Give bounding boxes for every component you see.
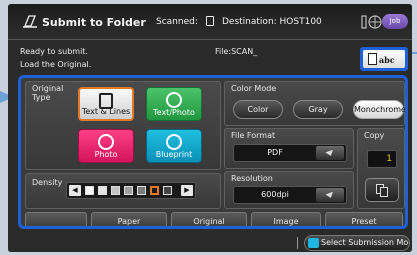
density-label: Density	[32, 178, 63, 187]
app-title: Submit to Folder	[42, 16, 146, 29]
file-format-value: PDF	[267, 148, 283, 157]
status-instruction: Load the Original.	[20, 60, 92, 69]
density-level	[85, 186, 94, 195]
resolution-dropdown[interactable]: 600dpi	[233, 186, 347, 204]
blueprint-icon	[166, 134, 182, 150]
original-type-label: Original Type	[32, 84, 64, 102]
original-type-option-label: Photo	[94, 150, 118, 159]
original-type-photo-button[interactable]: Photo	[78, 129, 134, 163]
original-type-text-lines-button[interactable]: Text & Lines	[78, 87, 134, 121]
tab-preset[interactable]: Preset	[325, 212, 403, 226]
tab-image[interactable]: Image	[251, 212, 321, 226]
file-name-label: File:SCAN_	[215, 47, 258, 56]
density-level-selected	[150, 186, 159, 195]
density-group: Density ◀ ▶	[25, 173, 221, 209]
copy-count-display: 1	[367, 150, 397, 168]
tab-paper[interactable]: Paper	[91, 212, 167, 226]
footer-bar: Select Submission Mode	[8, 232, 412, 252]
density-level	[137, 186, 146, 195]
tab-original[interactable]: Original	[171, 212, 247, 226]
photo-icon	[98, 134, 114, 150]
resolution-group: Resolution 600dpi	[224, 171, 354, 209]
select-submission-mode-button[interactable]: Select Submission Mode	[304, 235, 410, 251]
select-submission-mode-label: Select Submission Mode	[321, 238, 410, 247]
color-mode-gray-button[interactable]: Gray	[293, 100, 343, 119]
color-mode-monochrome-button[interactable]: Monochrome	[353, 100, 405, 119]
file-format-label: File Format	[231, 131, 276, 140]
resolution-value: 600dpi	[261, 190, 289, 199]
resolution-label: Resolution	[231, 174, 273, 183]
chevron-down-icon	[316, 146, 344, 160]
text-photo-icon	[166, 92, 182, 108]
scan-settings-panel: Original Type Text & Lines Text/Photo Ph…	[18, 75, 408, 229]
density-level	[98, 186, 107, 195]
density-decrease-button[interactable]: ◀	[69, 185, 81, 196]
original-type-blueprint-button[interactable]: Blueprint	[146, 129, 202, 163]
job-button[interactable]: Job	[382, 14, 408, 29]
footer-divider	[297, 237, 298, 249]
scanned-document-icon	[206, 16, 214, 26]
scanned-label: Scanned:	[156, 17, 198, 27]
settings-tab-bar: Paper Original Image Preset	[21, 212, 405, 226]
document-icon	[368, 53, 377, 65]
copy-pages-icon	[380, 187, 388, 197]
density-slider[interactable]: ◀ ▶	[66, 182, 196, 199]
original-type-text-photo-button[interactable]: Text/Photo	[146, 87, 202, 121]
color-mode-group: Color Mode Color Gray Monochrome	[224, 81, 405, 126]
status-message: Ready to submit.	[20, 47, 88, 56]
file-name-icon-label: abc	[379, 55, 395, 65]
destination-label: Destination: HOST100	[222, 17, 322, 27]
file-format-dropdown[interactable]: PDF	[233, 144, 347, 162]
machine-status-icon	[361, 15, 382, 29]
color-mode-color-button[interactable]: Color	[233, 100, 283, 119]
submission-mode-icon	[308, 238, 319, 248]
color-mode-label: Color Mode	[231, 84, 277, 93]
submit-to-folder-icon	[23, 15, 37, 28]
original-type-option-label: Text/Photo	[153, 108, 195, 117]
original-type-option-label: Blueprint	[155, 150, 193, 159]
copy-count-button[interactable]	[365, 178, 399, 202]
header-bar: Submit to Folder Scanned: Destination: H…	[8, 4, 412, 40]
file-format-group: File Format PDF	[224, 128, 354, 169]
density-level	[124, 186, 133, 195]
density-level	[163, 186, 172, 195]
file-name-button[interactable]: abc	[360, 47, 408, 71]
original-type-group: Original Type Text & Lines Text/Photo Ph…	[25, 81, 221, 170]
original-type-option-label: Text & Lines	[81, 107, 131, 116]
tab-blank[interactable]	[25, 212, 87, 226]
chevron-down-icon	[316, 188, 344, 202]
copy-label: Copy	[364, 131, 385, 140]
operation-panel-screen: Submit to Folder Scanned: Destination: H…	[8, 4, 412, 252]
density-level	[111, 186, 120, 195]
density-increase-button[interactable]: ▶	[181, 185, 193, 196]
copy-group: Copy 1	[357, 128, 405, 209]
